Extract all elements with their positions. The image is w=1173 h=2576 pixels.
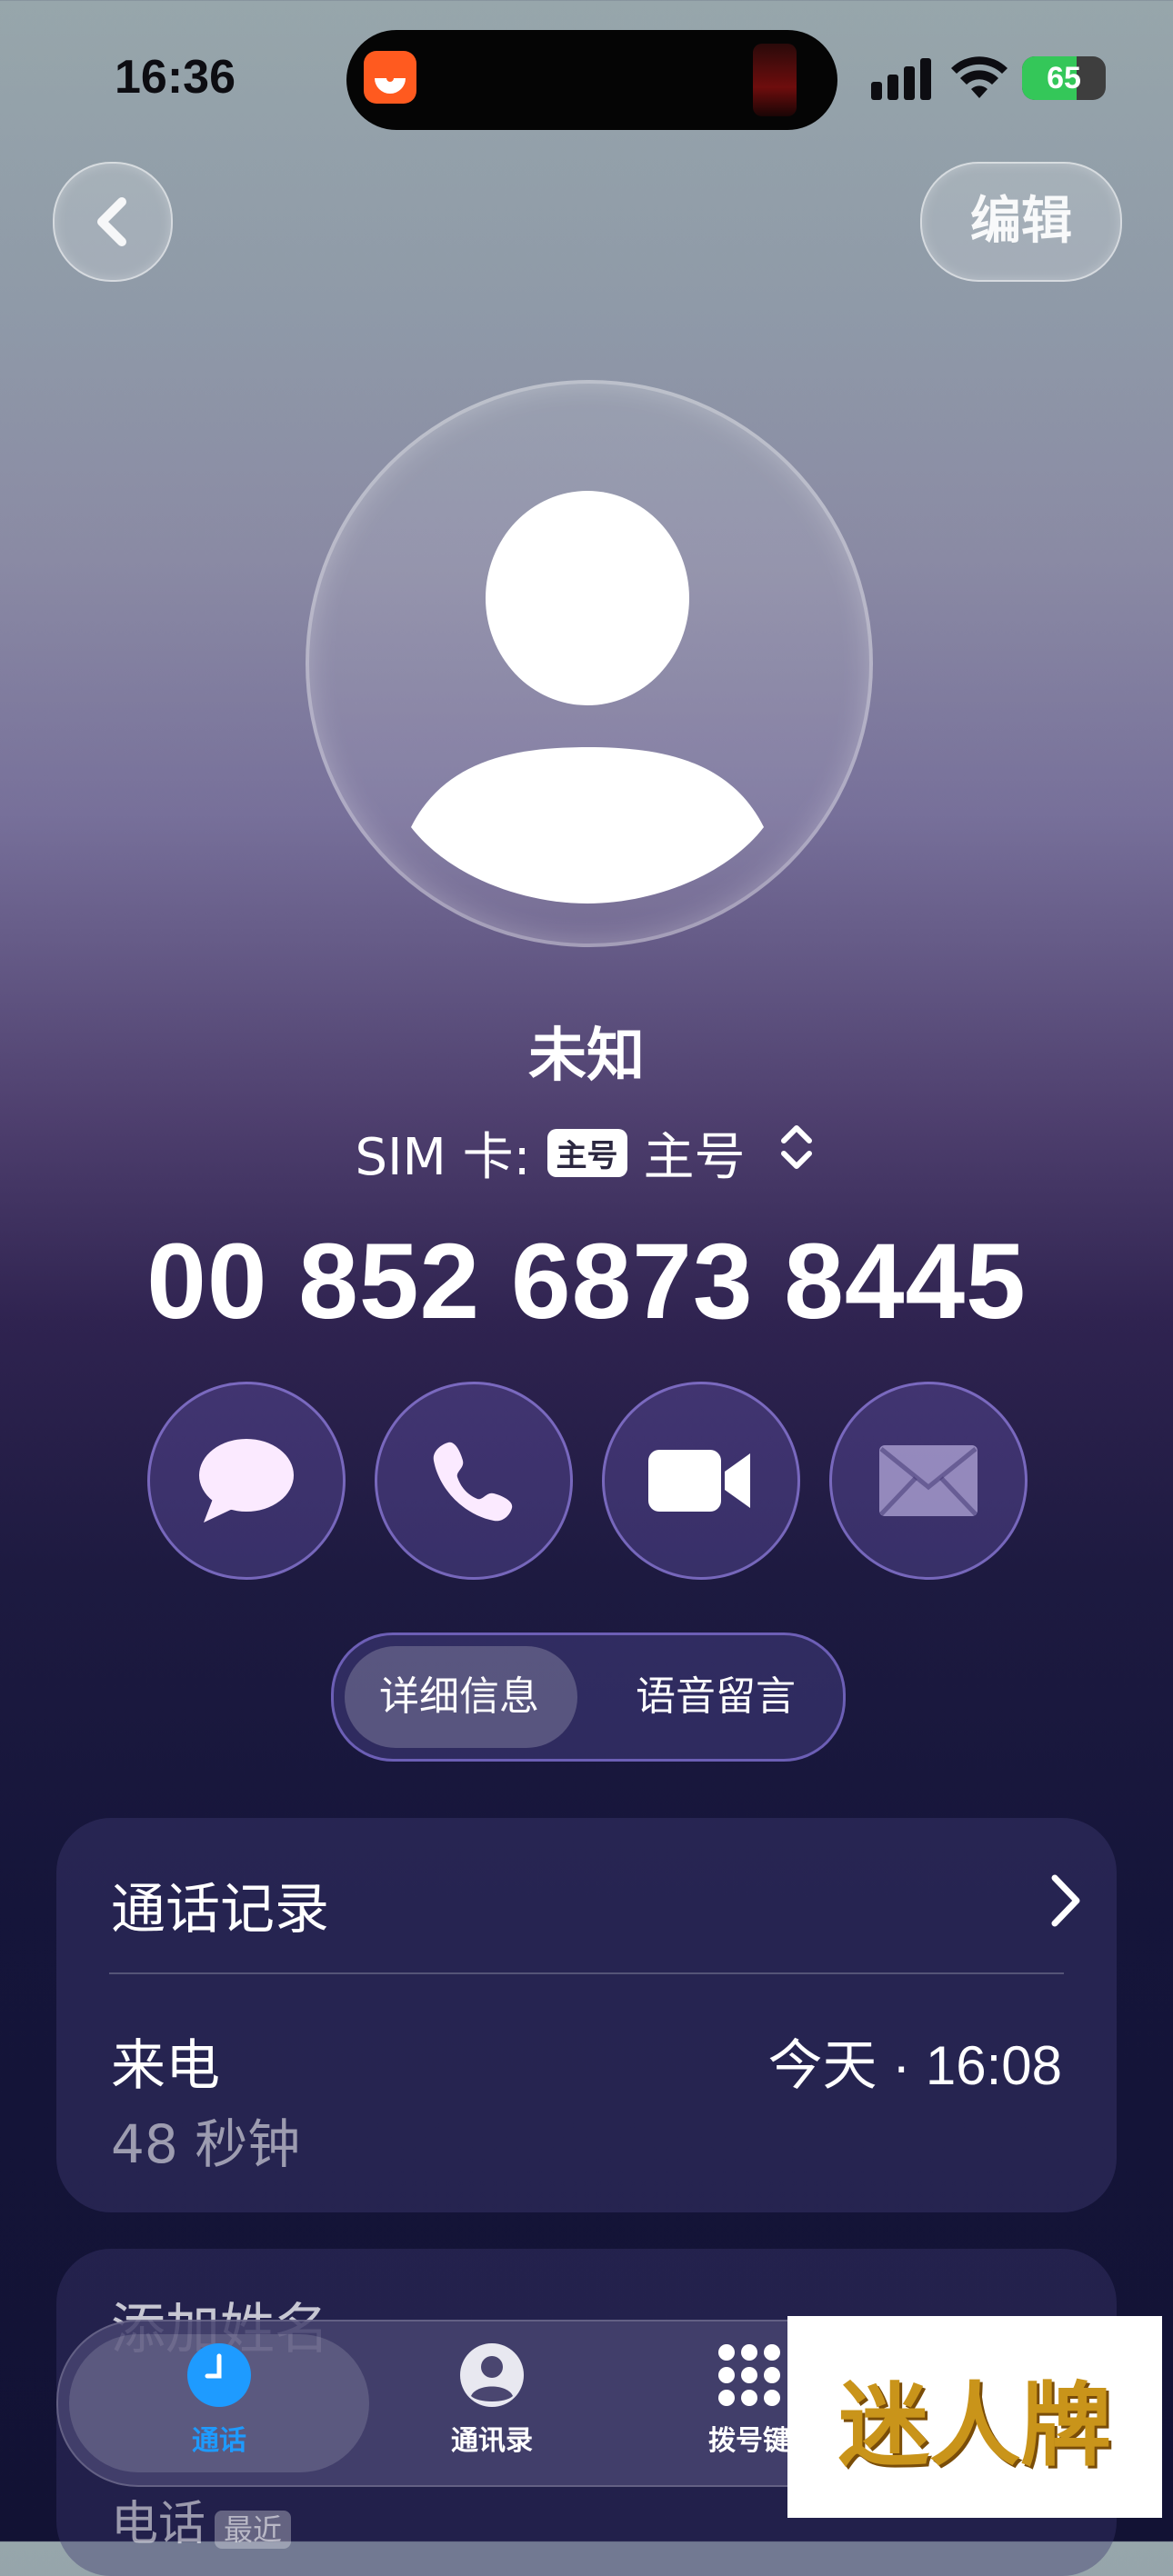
tab-calls-label: 通话 bbox=[192, 2425, 246, 2457]
message-bubble-icon bbox=[199, 1439, 294, 1523]
person-circle-icon bbox=[460, 2343, 524, 2407]
tab-voicemail[interactable]: 语音留言 bbox=[636, 1635, 796, 1759]
sim-badge: 主号 bbox=[546, 1129, 627, 1177]
call-button[interactable] bbox=[375, 1382, 573, 1580]
tab-contacts[interactable]: 通讯录 bbox=[383, 2341, 601, 2458]
watermark-logo: 迷人牌 bbox=[787, 2316, 1162, 2518]
phone-icon bbox=[433, 1442, 513, 1522]
cellular-signal-icon bbox=[871, 58, 935, 104]
call-history-card: 通话记录 来电 今天 · 16:08 48 秒钟 bbox=[56, 1818, 1117, 2212]
person-silhouette-icon bbox=[411, 491, 764, 904]
sim-value: 主号 bbox=[643, 1128, 746, 1187]
chevron-up-down-icon bbox=[775, 1119, 818, 1188]
keypad-icon bbox=[718, 2344, 780, 2406]
sim-selector[interactable]: SIM 卡: 主号 主号 bbox=[0, 1116, 1173, 1190]
tab-calls[interactable]: 通话 bbox=[110, 2341, 328, 2458]
video-camera-icon bbox=[648, 1450, 750, 1512]
back-button[interactable] bbox=[53, 162, 173, 282]
sim-label: SIM 卡: bbox=[355, 1128, 531, 1187]
battery-indicator: 65 bbox=[1022, 56, 1106, 100]
status-time: 16:36 bbox=[115, 51, 236, 104]
message-button[interactable] bbox=[147, 1382, 346, 1580]
clock-icon bbox=[187, 2343, 251, 2407]
live-activity-thumbnail bbox=[753, 44, 797, 116]
mail-button[interactable] bbox=[829, 1382, 1028, 1580]
chevron-right-icon[interactable] bbox=[1046, 1871, 1086, 1934]
recent-badge: 最近 bbox=[215, 2511, 292, 2549]
contact-avatar bbox=[306, 380, 873, 947]
envelope-icon bbox=[879, 1445, 978, 1516]
edit-button[interactable]: 编辑 bbox=[920, 162, 1122, 282]
call-type: 来电 bbox=[111, 2034, 220, 2098]
tab-details[interactable]: 详细信息 bbox=[379, 1635, 539, 1759]
phone-number[interactable]: 00 852 6873 8445 bbox=[0, 1220, 1173, 1343]
chevron-left-icon bbox=[97, 197, 126, 246]
call-time: 今天 · 16:08 bbox=[767, 2035, 1062, 2096]
divider bbox=[109, 1972, 1064, 1974]
live-activity-app-icon bbox=[364, 51, 416, 104]
call-history-title[interactable]: 通话记录 bbox=[111, 1865, 329, 1944]
phone-label-text: 电话 bbox=[111, 2497, 206, 2551]
video-call-button[interactable] bbox=[602, 1382, 800, 1580]
tab-contacts-label: 通讯录 bbox=[451, 2425, 533, 2457]
wifi-icon bbox=[951, 56, 1008, 102]
battery-level: 65 bbox=[1047, 61, 1081, 95]
call-duration: 48 秒钟 bbox=[111, 2113, 301, 2175]
detail-segmented-control[interactable]: 详细信息 语音留言 bbox=[331, 1632, 846, 1762]
contact-name: 未知 bbox=[528, 1023, 645, 1090]
phone-label: 电话 最近 bbox=[111, 2485, 292, 2553]
